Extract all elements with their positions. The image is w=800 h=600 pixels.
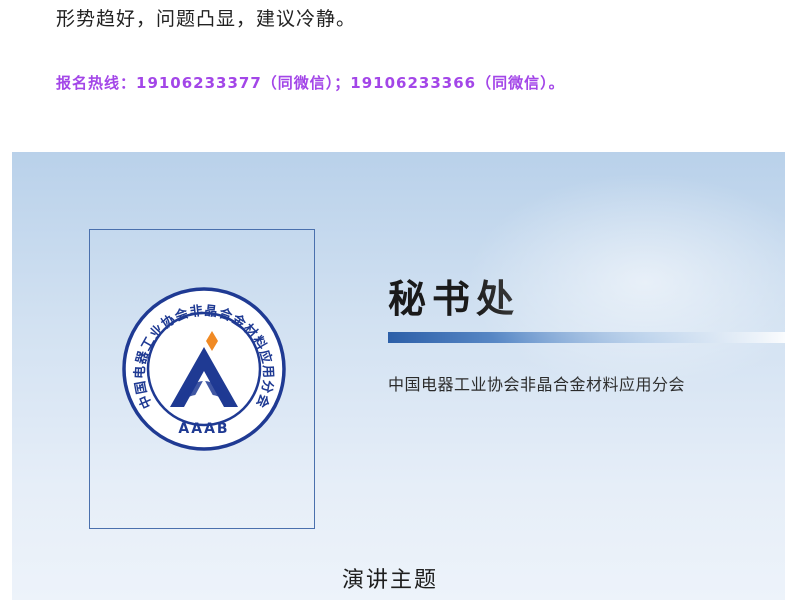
registration-hotline: 报名热线：19106233377（同微信）；19106233366（同微信）。: [56, 74, 565, 92]
banner-title: 秘书处: [388, 276, 521, 321]
emblem-abbr: AAAB: [178, 421, 229, 437]
accent-bar: [388, 332, 785, 343]
secretariat-banner: 中国电器工业协会非晶合金材料应用分会 AAAB 秘书处 中国电器工业协会非晶合金…: [12, 152, 785, 600]
speech-topic: 演讲主题: [342, 568, 439, 593]
intro-text: 形势趋好，问题凸显，建议冷静。: [56, 8, 357, 30]
aaab-emblem-icon: 中国电器工业协会非晶合金材料应用分会 AAAB: [122, 287, 286, 451]
organization-name: 中国电器工业协会非晶合金材料应用分会: [388, 375, 686, 394]
